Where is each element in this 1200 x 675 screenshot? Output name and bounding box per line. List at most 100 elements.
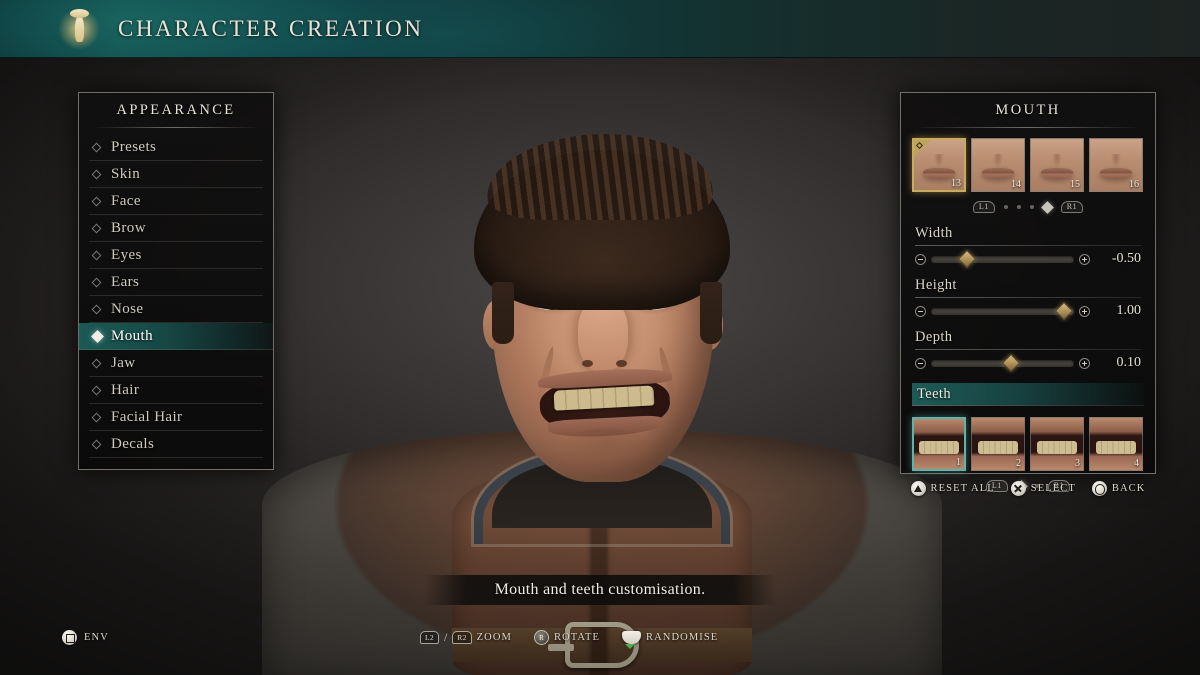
slider-divider (915, 245, 1141, 246)
tooltip-bar: Mouth and teeth customisation. (424, 575, 776, 605)
slider-divider (915, 297, 1141, 298)
slider-height-decrement[interactable] (915, 305, 926, 317)
diamond-outline-icon (91, 250, 102, 260)
prompt-label: RESET ALL (930, 483, 995, 494)
sidebar-item-ears[interactable]: Ears (89, 269, 263, 296)
slider-divider (915, 349, 1141, 350)
prompt-select[interactable]: SELECT (1010, 481, 1076, 496)
slider-depth-decrement[interactable] (915, 357, 926, 369)
sidebar-item-label: Eyes (111, 246, 142, 263)
teeth-thumbnail-number: 4 (1134, 458, 1139, 469)
sidebar-item-label: Presets (111, 138, 157, 155)
diamond-filled-icon (91, 329, 104, 343)
cross-button-icon (1010, 481, 1026, 496)
slider-height-handle[interactable] (1054, 301, 1074, 321)
mouth-thumbnail-grid: 13 14 15 16 (901, 132, 1155, 192)
sidebar-item-mouth[interactable]: Mouth (79, 323, 273, 350)
r2-trigger-icon: R2 (452, 631, 472, 644)
teeth-header-divider (912, 405, 1144, 406)
sidebar-item-hair[interactable]: Hair (89, 377, 263, 404)
mouth-pagination: L1 R1 (901, 199, 1155, 215)
sidebar-item-decals[interactable]: Decals (89, 431, 263, 458)
slider-depth-handle[interactable] (1001, 353, 1021, 373)
sidebar-item-jaw[interactable]: Jaw (89, 350, 263, 377)
diamond-outline-icon (91, 277, 102, 287)
slider-depth-label: Depth (915, 329, 953, 345)
slider-width-decrement[interactable] (915, 253, 926, 265)
slider-width-increment[interactable] (1079, 253, 1090, 265)
sidebar-item-presets[interactable]: Presets (89, 134, 263, 161)
sidebar-item-label: Mouth (111, 327, 154, 344)
teeth-thumbnail[interactable]: 1 (912, 417, 966, 471)
sidebar-item-face[interactable]: Face (89, 188, 263, 215)
selected-corner-marker (914, 140, 931, 157)
zoom-label: ZOOM (476, 632, 512, 643)
sidebar-item-facial-hair[interactable]: Facial Hair (89, 404, 263, 431)
viewport-controls: L2 / R2 ZOOM ROTATE RANDOMISE (420, 630, 719, 649)
sidebar-item-label: Face (111, 192, 141, 209)
randomise-label: RANDOMISE (645, 632, 719, 643)
teeth-thumbnail-number: 3 (1075, 458, 1080, 469)
mouth-page-dot[interactable] (1016, 205, 1021, 209)
mouth-page-dot[interactable] (1003, 205, 1008, 209)
slider-height-increment[interactable] (1079, 305, 1090, 317)
mouth-page-dot[interactable] (1029, 205, 1034, 209)
sidebar-item-label: Skin (111, 165, 141, 182)
prompt-back[interactable]: BACK (1091, 481, 1146, 496)
mouth-thumbnail-number: 15 (1070, 179, 1080, 190)
triangle-button-icon (910, 481, 926, 496)
mouth-page-dot[interactable] (1040, 200, 1054, 214)
thumbnail-teeth-row (978, 440, 1018, 454)
slider-depth-value: 0.10 (1116, 355, 1142, 370)
sidebar-item-label: Ears (111, 273, 140, 290)
slider-width-track[interactable] (931, 249, 1074, 269)
slider-height-track[interactable] (931, 301, 1074, 321)
thumbnail-philtrum (934, 154, 944, 168)
slider-depth-increment[interactable] (1079, 357, 1090, 369)
thumbnail-lips (982, 168, 1014, 180)
slider-width-handle[interactable] (957, 249, 976, 269)
randomise-control[interactable]: RANDOMISE (621, 631, 719, 649)
sidebar-item-label: Jaw (111, 354, 136, 371)
sidebar-item-label: Brow (111, 219, 146, 236)
rotate-control[interactable]: ROTATE (533, 630, 600, 645)
sidebar-item-skin[interactable]: Skin (89, 161, 263, 188)
slider-depth-track[interactable] (931, 353, 1074, 373)
right-stick-icon (533, 630, 549, 645)
mouth-thumbnail[interactable]: 14 (971, 138, 1025, 192)
zoom-control[interactable]: L2 / R2 ZOOM (420, 630, 512, 645)
diamond-outline-icon (91, 385, 102, 395)
thumbnail-philtrum (993, 153, 1003, 168)
teeth-thumbnail[interactable]: 4 (1089, 417, 1143, 471)
thumbnail-lips (1100, 168, 1132, 180)
sidebar-item-label: Decals (111, 435, 155, 452)
panel-title-divider (93, 127, 259, 128)
slider-height: Height 1.00 (901, 267, 1155, 321)
teeth-thumbnail[interactable]: 2 (971, 417, 1025, 471)
appearance-panel: APPEARANCE Presets Skin Face Brow Eyes Ears No… (78, 92, 274, 470)
mouth-thumbnail[interactable]: 13 (912, 138, 966, 192)
screen-header: CHARACTER CREATION (0, 0, 1200, 58)
circle-button-icon (1091, 481, 1107, 496)
sidebar-item-brow[interactable]: Brow (89, 215, 263, 242)
appearance-panel-title: APPEARANCE (116, 102, 236, 118)
sidebar-item-eyes[interactable]: Eyes (89, 242, 263, 269)
mouth-prev-bumper[interactable]: L1 (972, 200, 995, 214)
sidebar-item-label: Hair (111, 381, 140, 398)
sidebar-item-nose[interactable]: Nose (89, 296, 263, 323)
mouth-next-bumper[interactable]: R1 (1060, 200, 1084, 214)
prompt-label: BACK (1111, 483, 1146, 494)
button-prompt-bar: RESET ALL SELECT BACK (900, 481, 1156, 496)
mouth-panel-title: MOUTH (995, 102, 1061, 118)
teeth-thumbnail-number: 1 (956, 457, 961, 468)
teeth-thumbnail[interactable]: 3 (1030, 417, 1084, 471)
mouth-thumbnail[interactable]: 15 (1030, 138, 1084, 192)
appearance-menu: Presets Skin Face Brow Eyes Ears Nose Mouth Jaw H… (79, 132, 273, 458)
thumbnail-philtrum (1111, 153, 1121, 168)
env-control[interactable]: ENV (62, 630, 109, 645)
mouth-thumbnail-number: 14 (1011, 179, 1021, 190)
mouth-thumbnail[interactable]: 16 (1089, 138, 1143, 192)
diamond-outline-icon (91, 304, 102, 314)
prompt-reset-all[interactable]: RESET ALL (910, 481, 995, 496)
mouth-slider-list: Width -0.50 Height 1.00 Depth 0.10 (901, 215, 1155, 373)
